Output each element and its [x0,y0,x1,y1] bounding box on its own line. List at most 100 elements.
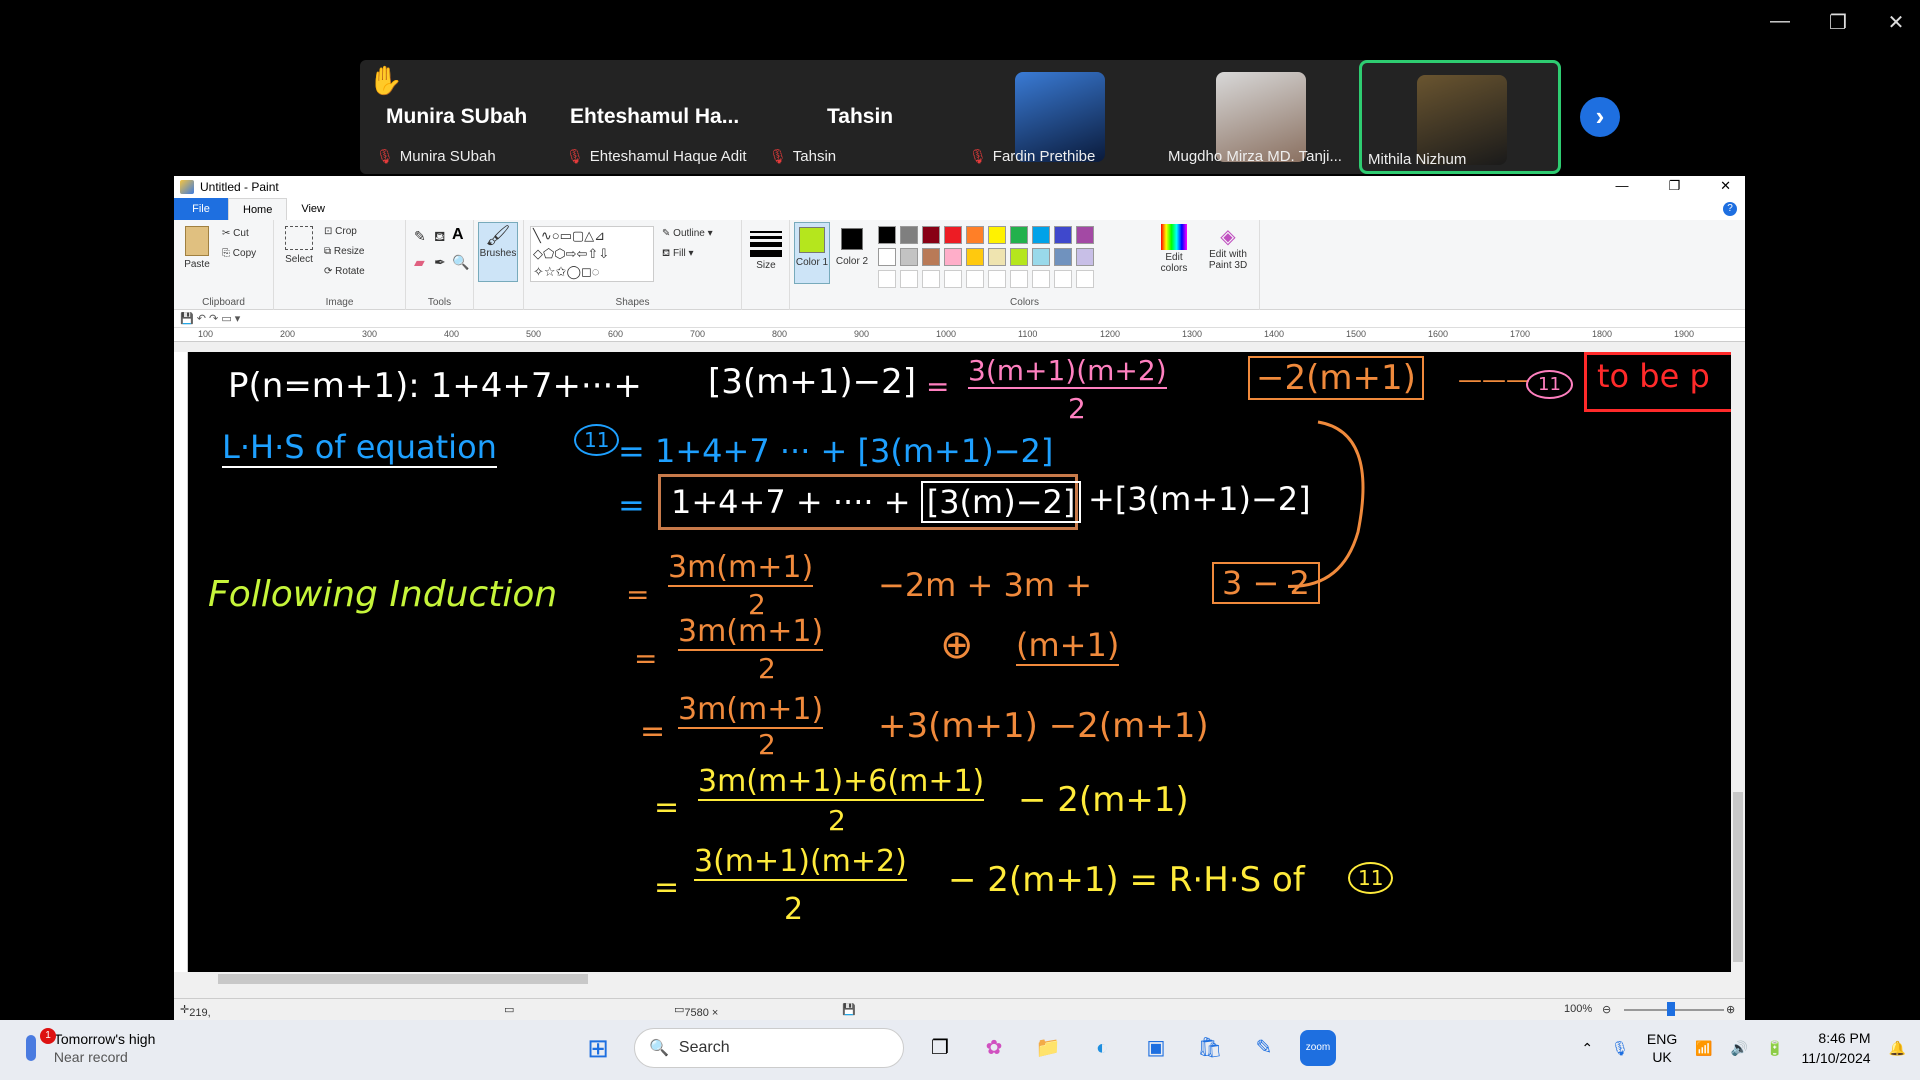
custom-color-slot[interactable] [1054,270,1072,288]
help-icon[interactable]: ? [1723,202,1737,216]
palette-swatch[interactable] [944,248,962,266]
cut-button[interactable]: ✂ Cut [222,228,249,239]
palette-swatch[interactable] [878,226,896,244]
custom-color-slot[interactable] [878,270,896,288]
view-tab[interactable]: View [287,198,339,220]
fill-bucket-icon[interactable]: ⛾ [434,228,445,247]
redo-icon[interactable]: ↷ [209,313,218,325]
search-box[interactable]: 🔍 Search [634,1028,904,1068]
custom-color-slot[interactable] [922,270,940,288]
palette-swatch[interactable] [922,248,940,266]
next-page-button[interactable]: › [1580,97,1620,137]
weather-widget[interactable]: 1 Tomorrow's high Near record [26,1028,155,1066]
volume-icon[interactable]: 🔊 [1731,1040,1748,1057]
new-icon[interactable]: ▭ [221,313,231,325]
palette-swatch[interactable] [900,226,918,244]
color1-button[interactable]: Color 1 [794,222,830,284]
zoom-taskbar-icon[interactable]: zoom [1300,1030,1336,1066]
palette-swatch[interactable] [1076,248,1094,266]
drawing-canvas[interactable]: P(n=m+1): 1+4+7+···+ [3(m+1)−2] = 3(m+1)… [188,352,1731,972]
minimize-icon[interactable]: — [1615,178,1628,194]
paint-taskbar-icon[interactable]: ✎ [1246,1030,1282,1066]
palette-swatch[interactable] [988,248,1006,266]
custom-color-slot[interactable] [944,270,962,288]
palette-swatch[interactable] [1054,226,1072,244]
copy-button[interactable]: ⎘ Copy [222,248,256,259]
participant-tile-mugdho[interactable]: Mugdho Mirza MD. Tanji... [1160,60,1355,174]
palette-swatch[interactable] [900,248,918,266]
teams-icon[interactable]: ▣ [1138,1030,1174,1066]
paste-button[interactable]: Paste [182,226,212,270]
palette-swatch[interactable] [1032,226,1050,244]
close-icon[interactable]: ✕ [1720,178,1731,194]
brushes-button[interactable]: 🖌 Brushes [478,222,518,282]
color2-button[interactable]: Color 2 [834,222,870,267]
participant-tile-fardin[interactable]: 🎙 Fardin Prethibe [965,60,1155,174]
palette-swatch[interactable] [988,226,1006,244]
custom-color-slot[interactable] [1010,270,1028,288]
customize-icon[interactable]: ▾ [235,313,241,325]
palette-swatch[interactable] [1076,226,1094,244]
undo-icon[interactable]: ↶ [197,313,206,325]
start-icon[interactable]: ⊞ [580,1030,616,1066]
crop-button[interactable]: ⊡ Crop [324,226,357,237]
scroll-thumb[interactable] [1733,792,1743,962]
custom-color-slot[interactable] [966,270,984,288]
copilot-icon[interactable]: ✿ [976,1030,1012,1066]
language-indicator[interactable]: ENG UK [1647,1030,1677,1066]
scroll-thumb[interactable] [218,974,588,984]
magnifier-icon[interactable]: 🔍 [452,254,469,271]
participant-tile-ehteshamul[interactable]: Ehteshamul Ha... 🎙 Ehteshamul Haque Adit [560,60,760,174]
microphone-icon[interactable]: 🎙 [1611,1040,1629,1057]
battery-icon[interactable]: 🔋 [1766,1040,1783,1057]
clock[interactable]: 8:46 PM 11/10/2024 [1802,1028,1871,1068]
custom-color-slot[interactable] [900,270,918,288]
palette-swatch[interactable] [922,226,940,244]
zoom-slider-thumb[interactable] [1667,1002,1675,1016]
pencil-icon[interactable]: ✎ [414,228,426,245]
notifications-icon[interactable]: 🔔 [1889,1040,1906,1057]
edge-icon[interactable]: ◐ [1084,1030,1120,1066]
store-icon[interactable]: 🛍 [1192,1030,1228,1066]
chevron-up-icon[interactable]: ⌃ [1581,1040,1593,1057]
shapes-gallery[interactable]: ╲∿○▭▢△⊿ ◇⬠⬡⇨⇦⇧⇩ ✧☆✩◯◻◌ [530,226,654,282]
edit-with-paint3d-button[interactable]: ◈ Edit with Paint 3D [1200,224,1256,271]
palette-swatch[interactable] [944,226,962,244]
zoom-in-icon[interactable]: ⊕ [1726,1003,1735,1016]
custom-color-slot[interactable] [988,270,1006,288]
file-explorer-icon[interactable]: 📁 [1030,1030,1066,1066]
file-tab[interactable]: File [174,198,228,220]
edit-colors-button[interactable]: Edit colors [1154,224,1194,274]
palette-swatch[interactable] [1010,248,1028,266]
wifi-icon[interactable]: 📶 [1695,1040,1712,1057]
save-icon[interactable]: 💾 [180,313,194,325]
participant-tile-tahsin[interactable]: Tahsin 🎙 Tahsin [765,60,955,174]
eraser-icon[interactable]: ▰ [414,254,425,271]
fill-button[interactable]: ⛾ Fill ▾ [662,248,694,261]
horizontal-scrollbar[interactable] [188,972,1731,986]
participant-tile-mithila[interactable]: Mithila Nizhum [1359,60,1561,174]
size-button[interactable]: Size [750,228,782,271]
color-picker-icon[interactable]: ✒ [434,254,446,271]
text-tool-icon[interactable]: A [452,226,464,244]
maximize-icon[interactable]: ❐ [1668,178,1680,194]
palette-swatch[interactable] [1010,226,1028,244]
palette-swatch[interactable] [966,226,984,244]
zoom-out-icon[interactable]: ⊖ [1602,1003,1611,1016]
close-icon[interactable]: ✕ [1884,10,1908,35]
task-view-icon[interactable]: ❐ [922,1030,958,1066]
rotate-button[interactable]: ⟳ Rotate [324,266,365,277]
palette-swatch[interactable] [1054,248,1072,266]
palette-swatch[interactable] [1032,248,1050,266]
vertical-scrollbar[interactable] [1731,352,1745,972]
resize-button[interactable]: ⧉ Resize [324,246,365,257]
participant-tile-munira[interactable]: Munira SUbah 🎙 Munira SUbah [370,60,550,174]
outline-button[interactable]: ✎ Outline ▾ [662,228,713,239]
home-tab[interactable]: Home [228,198,288,220]
custom-color-slot[interactable] [1076,270,1094,288]
minimize-icon[interactable]: — [1768,10,1792,35]
palette-swatch[interactable] [878,248,896,266]
custom-color-slot[interactable] [1032,270,1050,288]
select-button[interactable]: Select [282,226,316,265]
palette-swatch[interactable] [966,248,984,266]
